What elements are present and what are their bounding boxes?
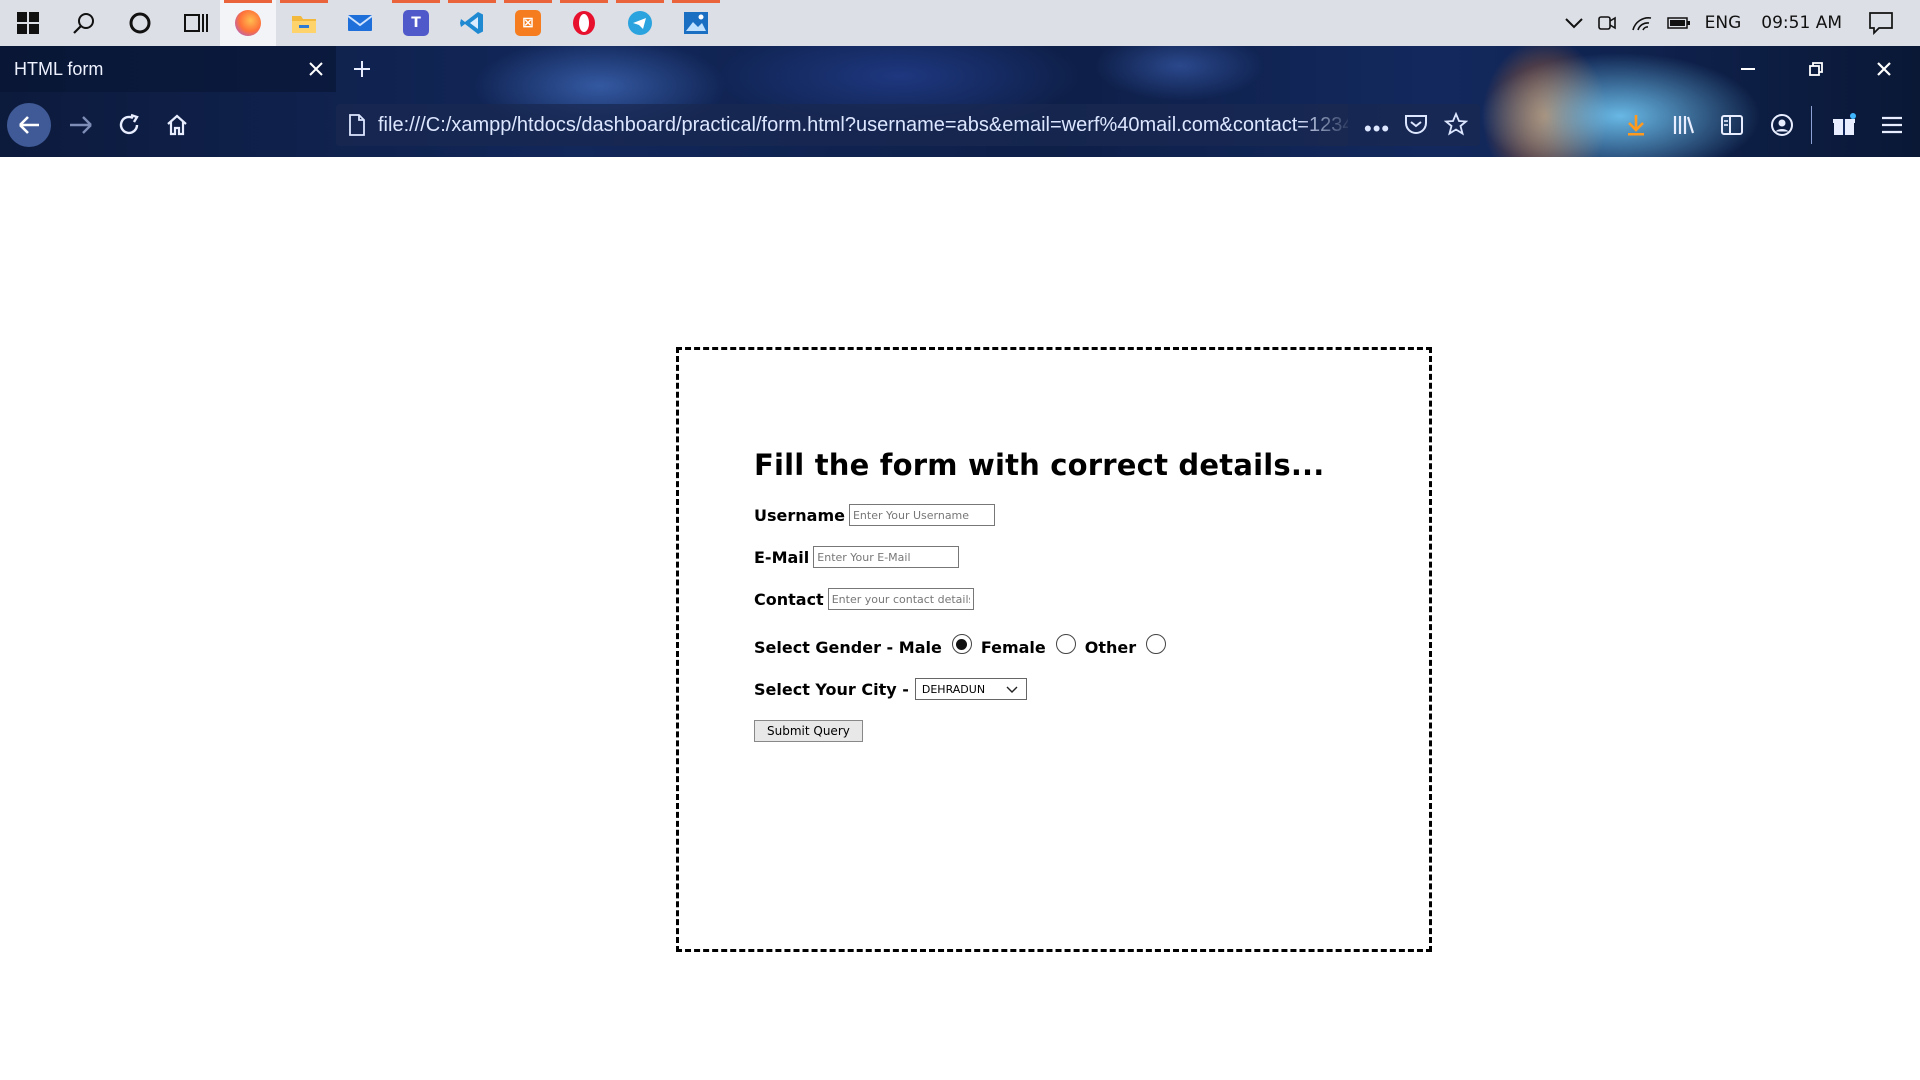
library-icon (1673, 116, 1695, 134)
taskbar-file-explorer-button[interactable] (276, 0, 332, 46)
meet-now-icon[interactable] (1597, 14, 1617, 32)
minimize-button[interactable] (1714, 46, 1782, 92)
bookmark-star-icon[interactable] (1443, 111, 1469, 142)
download-icon (1628, 115, 1644, 136)
notifications-icon[interactable] (1868, 11, 1894, 35)
tab-title: HTML form (14, 58, 104, 79)
form: Fill the form with correct details... Us… (754, 448, 1324, 760)
city-label: Select Your City - (754, 679, 909, 699)
file-explorer-icon (292, 16, 316, 33)
username-label: Username (754, 505, 845, 525)
search-icon[interactable] (56, 0, 112, 46)
url-text[interactable]: file:///C:/xampp/htdocs/dashboard/practi… (378, 114, 1348, 137)
library-button[interactable] (1662, 103, 1706, 147)
gender-other-label: Other (1084, 637, 1137, 657)
taskbar-vscode-button[interactable] (444, 0, 500, 46)
form-container: Fill the form with correct details... Us… (676, 347, 1432, 952)
gift-icon (1833, 113, 1856, 135)
battery-icon[interactable] (1666, 16, 1691, 30)
home-icon (167, 114, 187, 136)
email-row: E-Mail (754, 544, 1324, 570)
contact-input[interactable] (827, 588, 974, 610)
windows-taskbar: T ⊠ ENG 09:51 AM (0, 0, 1920, 46)
firefox-icon (235, 10, 261, 36)
toolbar-separator (1811, 106, 1812, 144)
username-input[interactable] (848, 504, 995, 526)
forward-button[interactable] (58, 103, 104, 147)
pocket-icon[interactable] (1404, 113, 1428, 141)
gender-female-radio[interactable] (1055, 634, 1076, 654)
gender-male-radio[interactable] (951, 634, 972, 654)
gender-female-label: Female (980, 637, 1046, 657)
wifi-icon[interactable] (1631, 14, 1653, 32)
contact-label: Contact (754, 589, 824, 609)
telegram-icon (628, 11, 652, 35)
back-button[interactable] (6, 103, 52, 147)
xampp-icon: ⊠ (515, 10, 541, 36)
forward-arrow-icon (70, 116, 92, 134)
sidebar-button[interactable] (1710, 103, 1754, 147)
cortana-icon[interactable] (112, 0, 168, 46)
account-icon (1771, 114, 1793, 136)
photos-icon (684, 12, 708, 34)
language-indicator[interactable]: ENG (1705, 13, 1742, 33)
sidebar-icon (1721, 115, 1743, 135)
extensions-button[interactable] (1822, 103, 1866, 147)
close-tab-icon[interactable] (296, 46, 336, 92)
gender-other-radio[interactable] (1146, 634, 1167, 654)
contact-row: Contact (754, 586, 1324, 612)
opera-icon (573, 11, 595, 35)
taskbar-opera-button[interactable] (556, 0, 612, 46)
taskbar-xampp-button[interactable]: ⊠ (500, 0, 556, 46)
form-title: Fill the form with correct details... (754, 448, 1325, 482)
plus-icon (354, 61, 370, 77)
minimize-icon (1741, 68, 1755, 70)
taskbar-mail-button[interactable] (332, 0, 388, 46)
restore-icon (1809, 62, 1823, 76)
back-arrow-icon (7, 103, 51, 147)
menu-button[interactable] (1870, 103, 1914, 147)
new-tab-button[interactable] (344, 46, 380, 92)
close-icon (1877, 62, 1891, 76)
page-content: Fill the form with correct details... Us… (0, 157, 1920, 1080)
username-row: Username (754, 502, 1324, 528)
email-label: E-Mail (754, 547, 810, 567)
home-button[interactable] (154, 103, 200, 147)
mail-icon (347, 15, 373, 31)
city-row: Select Your City - DEHRADUN (754, 676, 1324, 702)
reload-button[interactable] (106, 103, 152, 147)
email-input[interactable] (813, 546, 960, 568)
reload-icon (119, 113, 139, 135)
gender-label: Select Gender - Male (754, 637, 942, 657)
close-window-button[interactable] (1850, 46, 1918, 92)
gender-row: Select Gender - Male Female Other (754, 634, 1324, 660)
task-view-icon[interactable] (168, 0, 224, 46)
taskbar-telegram-button[interactable] (612, 0, 668, 46)
submit-row: Submit Query (754, 718, 1324, 744)
system-tray: ENG 09:51 AM (1564, 0, 1920, 46)
tab-html-form[interactable]: HTML form (0, 46, 336, 92)
page-actions-icon[interactable]: ••• (1364, 116, 1390, 142)
taskbar-photos-button[interactable] (668, 0, 724, 46)
teams-icon: T (403, 10, 429, 36)
submit-button[interactable]: Submit Query (754, 720, 863, 742)
browser-toolbar: HTML form file:///C:/xampp/htdocs/dashbo… (0, 46, 1920, 157)
url-fade (1296, 104, 1348, 146)
address-bar[interactable]: file:///C:/xampp/htdocs/dashboard/practi… (336, 104, 1480, 146)
restore-button[interactable] (1782, 46, 1850, 92)
page-icon (348, 114, 366, 142)
clock[interactable]: 09:51 AM (1761, 13, 1842, 33)
city-select[interactable]: DEHRADUN (914, 678, 1027, 700)
chevron-down-icon (1006, 686, 1018, 693)
city-select-value: DEHRADUN (921, 682, 986, 696)
chevron-up-icon[interactable] (1564, 17, 1583, 29)
vscode-icon (460, 12, 483, 34)
hamburger-menu-icon (1882, 116, 1902, 134)
account-button[interactable] (1760, 103, 1804, 147)
windows-start-icon[interactable] (0, 0, 56, 46)
taskbar-firefox-button[interactable] (220, 0, 276, 46)
downloads-button[interactable] (1614, 103, 1658, 147)
taskbar-teams-button[interactable]: T (388, 0, 444, 46)
